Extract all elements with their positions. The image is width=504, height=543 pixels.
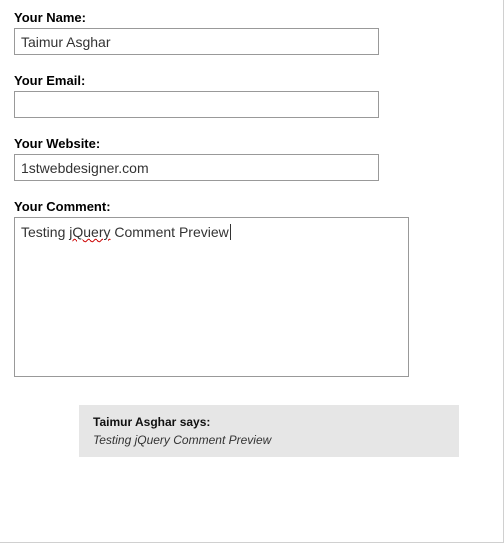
comment-text-post: Comment Preview (110, 224, 228, 240)
comment-label: Your Comment: (14, 199, 489, 214)
website-label: Your Website: (14, 136, 489, 151)
preview-author-name: Taimur Asghar (93, 415, 176, 429)
name-field-group: Your Name: (14, 10, 489, 55)
preview-comment-text: Testing jQuery Comment Preview (93, 433, 445, 447)
comment-text-pre: Testing (21, 224, 69, 240)
preview-author-line: Taimur Asghar says: (93, 415, 445, 429)
email-field-group: Your Email: (14, 73, 489, 118)
email-input[interactable] (14, 91, 379, 118)
email-label: Your Email: (14, 73, 489, 88)
preview-says: says: (176, 415, 210, 429)
name-label: Your Name: (14, 10, 489, 25)
comment-preview-box: Taimur Asghar says: Testing jQuery Comme… (79, 405, 459, 457)
text-caret (229, 224, 231, 240)
name-input[interactable] (14, 28, 379, 55)
website-field-group: Your Website: (14, 136, 489, 181)
comment-textarea[interactable]: Testing jQuery Comment Preview (14, 217, 409, 377)
website-input[interactable] (14, 154, 379, 181)
comment-field-group: Your Comment: Testing jQuery Comment Pre… (14, 199, 489, 377)
comment-text-spell: jQuery (69, 224, 110, 240)
